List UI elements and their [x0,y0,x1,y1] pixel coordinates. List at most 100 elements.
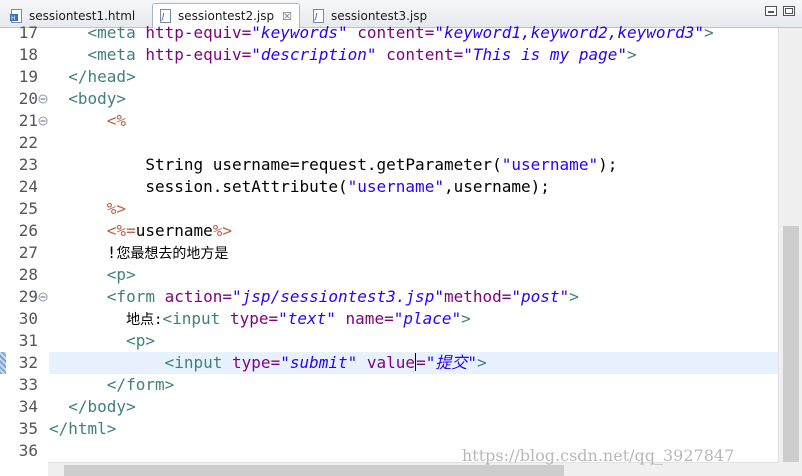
code-line[interactable]: 35 </html> [0,418,778,440]
code-token: content= [347,23,435,42]
line-number: 35 [18,419,38,438]
code-line[interactable]: 23 String username=request.getParameter(… [0,154,778,176]
code-line-area[interactable]: <p> [49,330,778,352]
line-number: 28 [18,265,38,284]
tab-label: sessiontest2.jsp [178,9,275,23]
code-token: > [461,309,471,328]
code-line[interactable]: 21 <% [0,110,778,132]
code-line-area[interactable]: <body> [49,88,778,110]
code-token: <form [106,287,165,306]
code-token: > [476,353,487,372]
code-line[interactable]: 31 <p> [0,330,778,352]
code-line[interactable]: 19 </head> [0,66,778,88]
line-number: 22 [18,133,38,152]
code-line-area[interactable]: <form action="jsp/sessiontest3.jsp"metho… [49,286,778,308]
code-text: String username=request.getParameter("us… [49,154,617,176]
code-line-area[interactable]: </html> [49,418,778,440]
code-line-area[interactable]: %> [49,198,778,220]
code-token: "keyword1,keyword2,keyword3" [434,23,705,42]
svg-text:H: H [11,15,16,22]
code-line[interactable]: 20 <body> [0,88,778,110]
code-line[interactable]: 29 <form action="jsp/sessiontest3.jsp"me… [0,286,778,308]
fold-toggle-icon[interactable] [38,292,48,302]
html-file-icon: H [10,8,24,23]
code-line-area[interactable]: </body> [49,396,778,418]
code-text: <form action="jsp/sessiontest3.jsp"metho… [49,286,579,308]
code-token: 您最想去的地方是 [116,246,229,262]
watermark-text: https://blog.csdn.net/qq_3927847 [462,446,735,465]
code-text: <input type="submit" value="提交"> [49,352,487,374]
code-line[interactable]: 17 <meta http-equiv="keywords" content="… [0,22,778,44]
code-line[interactable]: 26 <%=username%> [0,220,778,242]
code-line-area[interactable]: <p> [49,264,778,286]
fold-toggle-icon[interactable] [38,116,48,126]
line-number: 30 [18,309,38,328]
code-line-area[interactable]: String username=request.getParameter("us… [49,154,778,176]
close-icon[interactable]: ☒ [282,11,292,22]
bookmark-marker[interactable] [0,352,6,374]
code-line[interactable]: 27 !您最想去的地方是 [0,242,778,264]
code-text: </form> [49,374,174,396]
code-text: session.setAttribute("username",username… [49,176,550,198]
code-token: > [704,23,714,42]
code-text: <% [49,110,126,132]
code-token: "username" [501,155,599,174]
code-token: %> [212,221,233,240]
code-token: <meta [87,45,146,64]
tab-label: sessiontest3.jsp [331,8,428,23]
vertical-scrollbar[interactable] [778,28,802,462]
line-number: 18 [18,45,38,64]
code-line-area[interactable]: <%=username%> [49,220,778,242]
maximize-icon[interactable] [782,5,796,17]
code-token: ! [49,243,117,262]
code-line-area[interactable]: <input type="submit" value="提交"> [49,352,778,374]
code-token: "description" [251,45,377,64]
code-line[interactable]: 33 </form> [0,374,778,396]
line-number: 26 [18,221,38,240]
line-number: 29 [18,287,38,306]
code-line[interactable]: 18 <meta http-equiv="description" conten… [0,44,778,66]
code-line-area[interactable]: <meta http-equiv="description" content="… [49,44,778,66]
code-token: <%= [106,221,136,240]
code-line-area[interactable]: <% [49,110,778,132]
line-number: 21 [18,111,38,130]
code-line[interactable]: 32 <input type="submit" value="提交"> [0,352,778,374]
code-line[interactable]: 28 <p> [0,264,778,286]
code-line-area[interactable]: </head> [49,66,778,88]
line-number: 19 [18,67,38,86]
code-token: <% [106,111,127,130]
code-token: "place" [393,309,462,328]
code-line[interactable]: 34 </body> [0,396,778,418]
code-token: name= [335,309,394,328]
code-line-area[interactable]: !您最想去的地方是 [49,242,778,264]
code-token: value [357,353,416,372]
code-token: </form> [106,375,175,394]
minimize-icon[interactable] [764,5,778,17]
editor-window-controls [764,5,796,17]
code-editor[interactable]: 17 <meta http-equiv="keywords" content="… [0,23,778,462]
code-text: <meta http-equiv="description" content="… [49,44,637,66]
code-line[interactable]: 22 [0,132,778,154]
code-line-area[interactable]: <meta http-equiv="keywords" content="key… [49,22,778,44]
code-line[interactable]: 25 %> [0,198,778,220]
code-line-area[interactable]: 地点:<input type="text" name="place"> [49,308,778,330]
fold-toggle-icon[interactable] [38,94,48,104]
code-line-area[interactable] [49,132,778,154]
code-line-area[interactable]: </form> [49,374,778,396]
jsp-file-icon: J [312,8,326,23]
scrollbar-corner [778,462,802,476]
code-line[interactable]: 30 地点:<input type="text" name="place"> [0,308,778,330]
vertical-scrollbar-thumb[interactable] [783,226,799,462]
code-text: <body> [49,88,126,110]
code-line-area[interactable]: session.setAttribute("username",username… [49,176,778,198]
line-number: 27 [18,243,38,262]
code-line[interactable]: 24 session.setAttribute("username",usern… [0,176,778,198]
